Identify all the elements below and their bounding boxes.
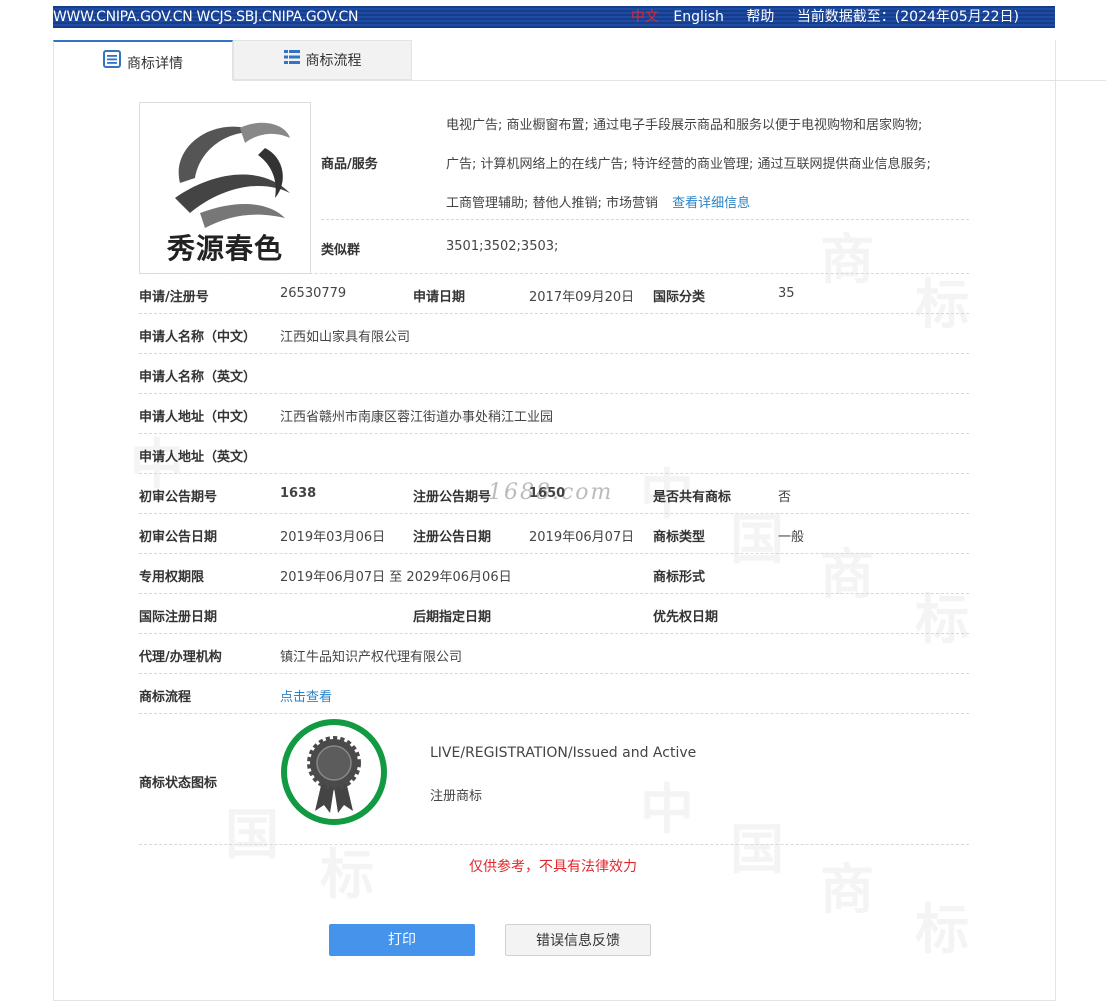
view-detail-link[interactable]: 查看详细信息 (672, 196, 750, 211)
status-en: LIVE/REGISTRATION/Issued and Active (430, 745, 697, 761)
row-divider (139, 713, 969, 714)
apply-date-value: 2017年09月20日 (529, 290, 635, 305)
row-divider (139, 273, 969, 274)
intl-class-value: 35 (778, 286, 795, 301)
shared-label: 是否共有商标 (653, 490, 732, 505)
goods-services-label: 商品/服务 (321, 157, 378, 172)
status-cn: 注册商标 (430, 789, 483, 804)
exclusive-value: 2019年06月07日 至 2029年06月06日 (280, 570, 512, 585)
reg-no-value: 26530779 (280, 286, 347, 301)
mark-type-value: 一般 (778, 530, 805, 545)
intl-reg-date-label: 国际注册日期 (139, 610, 218, 625)
applicant-en-label: 申请人名称（英文） (139, 370, 257, 385)
row-divider (139, 593, 969, 594)
status-badge (281, 719, 387, 825)
data-date: 当前数据截至：(2024年05月22日) (796, 9, 1019, 25)
row-divider (139, 633, 969, 634)
tab-divider (233, 80, 1106, 81)
site-urls: WWW.CNIPA.GOV.CN WCJS.SBJ.CNIPA.GOV.CN (53, 9, 359, 25)
exclusive-label: 专用权期限 (139, 570, 205, 585)
prelim-no-value: 1638 (280, 486, 317, 501)
list-icon (283, 41, 300, 81)
reg-pub-date-value: 2019年06月07日 (529, 530, 635, 545)
row-divider (139, 673, 969, 674)
award-ribbon-icon (307, 736, 361, 813)
row-divider (139, 553, 969, 554)
tab-bar: 商标详情 商标流程 (53, 40, 1055, 81)
applicant-cn-value: 江西如山家具有限公司 (280, 330, 411, 345)
apply-date-label: 申请日期 (413, 290, 466, 305)
similar-group-label: 类似群 (321, 243, 361, 258)
flow-view-link[interactable]: 点击查看 (280, 686, 332, 705)
help-link[interactable]: 帮助 (746, 9, 774, 25)
prelim-date-value: 2019年03月06日 (280, 530, 386, 545)
legal-notice: 仅供参考，不具有法律效力 (469, 859, 637, 875)
logo-text: 秀源春色 (166, 232, 283, 265)
error-feedback-button[interactable]: 错误信息反馈 (505, 924, 651, 956)
tab-trademark-detail[interactable]: 商标详情 (53, 40, 233, 80)
site-watermark: 1688.com (488, 480, 614, 505)
address-cn-value: 江西省赣州市南康区蓉江街道办事处稍江工业园 (280, 410, 554, 425)
row-divider (139, 473, 969, 474)
address-en-label: 申请人地址（英文） (139, 450, 257, 465)
prelim-no-label: 初审公告期号 (139, 490, 218, 505)
later-designation-label: 后期指定日期 (413, 610, 492, 625)
shared-value: 否 (778, 490, 792, 505)
print-button[interactable]: 打印 (329, 924, 475, 956)
row-divider (321, 219, 969, 220)
row-divider (139, 513, 969, 514)
document-list-icon (103, 42, 121, 86)
agent-label: 代理/办理机构 (139, 650, 222, 665)
row-divider (139, 844, 969, 845)
intl-class-label: 国际分类 (653, 290, 706, 305)
tab-label: 商标流程 (305, 53, 362, 69)
flow-label: 商标流程 (139, 690, 192, 705)
row-divider (139, 353, 969, 354)
address-cn-label: 申请人地址（中文） (139, 410, 257, 425)
goods-services-line: 工商管理辅助; 替他人推销; 市场营销 查看详细信息 (446, 196, 751, 211)
similar-group-value: 3501;3502;3503; (446, 239, 559, 254)
language-chinese-link[interactable]: 中文 (631, 9, 659, 25)
goods-services-line: 电视广告; 商业橱窗布置; 通过电子手段展示商品和服务以便于电视购物和居家购物; (446, 118, 923, 133)
agent-value: 镇江牛品知识产权代理有限公司 (280, 650, 463, 665)
priority-label: 优先权日期 (653, 610, 719, 625)
prelim-date-label: 初审公告日期 (139, 530, 218, 545)
mark-form-label: 商标形式 (653, 570, 706, 585)
row-divider (139, 393, 969, 394)
goods-services-line: 广告; 计算机网络上的在线广告; 特许经营的商业管理; 通过互联网提供商业信息服… (446, 157, 931, 172)
reg-pub-date-label: 注册公告日期 (413, 530, 492, 545)
mark-type-label: 商标类型 (653, 530, 706, 545)
row-divider (139, 433, 969, 434)
tab-label: 商标详情 (127, 56, 183, 72)
status-icon-label: 商标状态图标 (139, 776, 218, 791)
top-bar: WWW.CNIPA.GOV.CN WCJS.SBJ.CNIPA.GOV.CN 中… (53, 6, 1055, 28)
language-english-link[interactable]: English (673, 9, 724, 25)
applicant-cn-label: 申请人名称（中文） (139, 330, 257, 345)
reg-no-label: 申请/注册号 (139, 290, 209, 305)
row-divider (139, 313, 969, 314)
tab-trademark-flow[interactable]: 商标流程 (233, 40, 412, 80)
reg-pub-no-label: 注册公告期号 (413, 490, 492, 505)
trademark-logo: 秀源春色 (139, 102, 311, 274)
